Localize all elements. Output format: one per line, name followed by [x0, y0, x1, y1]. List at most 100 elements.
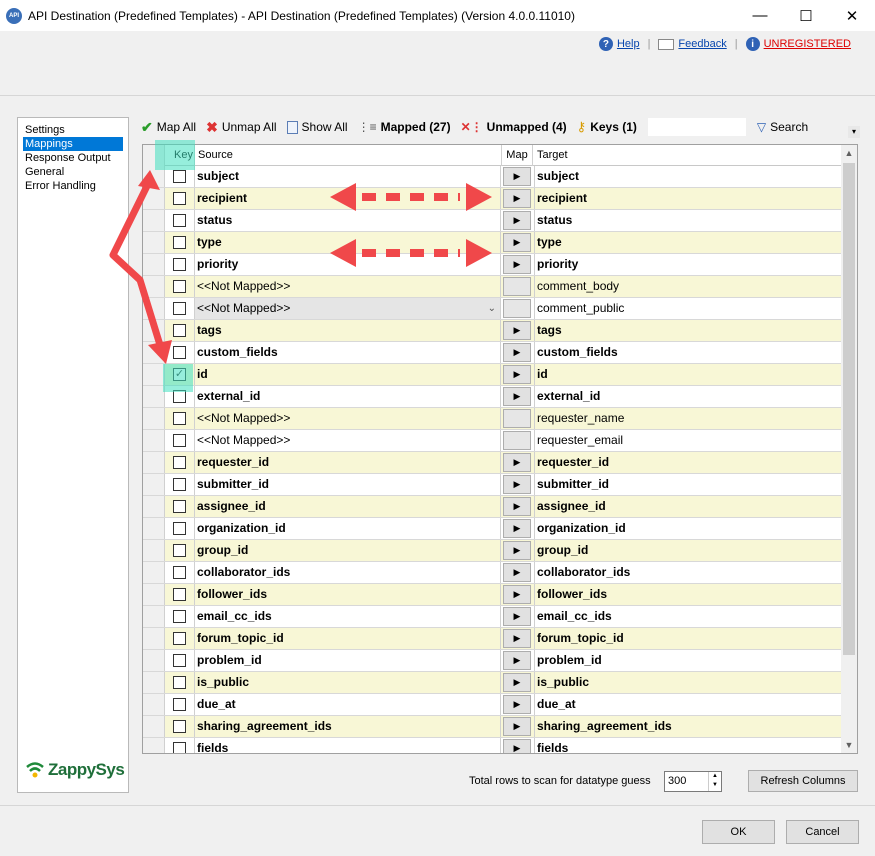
scroll-down-icon[interactable]: ▼ [841, 737, 857, 753]
row-header[interactable] [143, 210, 165, 231]
row-header[interactable] [143, 386, 165, 407]
keys-filter-button[interactable]: ⚷ Keys (1) [577, 119, 637, 135]
table-row[interactable]: due_at ▶ due_at [143, 694, 843, 716]
key-checkbox[interactable] [173, 610, 186, 623]
nav-item-settings[interactable]: Settings [18, 123, 128, 137]
table-row[interactable]: type ▶ type [143, 232, 843, 254]
row-header[interactable] [143, 364, 165, 385]
row-header[interactable] [143, 694, 165, 715]
row-header[interactable] [143, 606, 165, 627]
map-arrow-button[interactable]: ▶ [503, 167, 531, 186]
source-cell[interactable]: due_at [195, 694, 501, 715]
rows-to-scan-input[interactable]: 300 ▲ ▼ [664, 771, 722, 792]
table-row[interactable]: group_id ▶ group_id [143, 540, 843, 562]
row-header[interactable] [143, 584, 165, 605]
nav-item-general[interactable]: General [18, 165, 128, 179]
search-button[interactable]: ▽ Search [757, 120, 808, 134]
table-row[interactable]: email_cc_ids ▶ email_cc_ids [143, 606, 843, 628]
map-arrow-button[interactable]: ▶ [503, 673, 531, 692]
map-arrow-button[interactable]: ▶ [503, 255, 531, 274]
key-checkbox[interactable] [173, 192, 186, 205]
source-cell[interactable]: status [195, 210, 501, 231]
close-button[interactable]: ✕ [829, 0, 875, 31]
table-row[interactable]: problem_id ▶ problem_id [143, 650, 843, 672]
row-header[interactable] [143, 408, 165, 429]
map-empty-button[interactable] [503, 277, 531, 296]
table-row[interactable]: priority ▶ priority [143, 254, 843, 276]
source-cell[interactable]: is_public [195, 672, 501, 693]
row-header[interactable] [143, 562, 165, 583]
nav-item-error-handling[interactable]: Error Handling [18, 179, 128, 193]
source-column-header[interactable]: Source [198, 145, 498, 166]
table-row[interactable]: assignee_id ▶ assignee_id [143, 496, 843, 518]
table-row[interactable]: external_id ▶ external_id [143, 386, 843, 408]
key-checkbox[interactable] [173, 170, 186, 183]
key-checkbox[interactable] [173, 390, 186, 403]
scroll-up-icon[interactable]: ▲ [841, 145, 857, 161]
unregistered-link[interactable]: UNREGISTERED [764, 38, 851, 50]
table-row[interactable]: tags ▶ tags [143, 320, 843, 342]
table-row[interactable]: follower_ids ▶ follower_ids [143, 584, 843, 606]
minimize-button[interactable]: — [737, 0, 783, 31]
key-checkbox[interactable] [173, 258, 186, 271]
table-row[interactable]: <<Not Mapped>> comment_body [143, 276, 843, 298]
source-cell[interactable]: fields [195, 738, 501, 753]
key-checkbox[interactable] [173, 522, 186, 535]
table-row[interactable]: recipient ▶ recipient [143, 188, 843, 210]
cancel-button[interactable]: Cancel [786, 820, 859, 844]
key-checkbox[interactable] [173, 236, 186, 249]
row-header[interactable] [143, 628, 165, 649]
map-arrow-button[interactable]: ▶ [503, 343, 531, 362]
table-row[interactable]: organization_id ▶ organization_id [143, 518, 843, 540]
source-cell[interactable]: collaborator_ids [195, 562, 501, 583]
source-cell[interactable]: organization_id [195, 518, 501, 539]
row-header[interactable] [143, 232, 165, 253]
source-cell[interactable]: id [195, 364, 501, 385]
key-checkbox[interactable] [173, 214, 186, 227]
unmap-all-button[interactable]: ✖ Unmap All [206, 119, 276, 136]
key-checkbox[interactable] [173, 676, 186, 689]
row-header[interactable] [143, 496, 165, 517]
grid-vertical-scrollbar[interactable]: ▲ ▼ [841, 145, 857, 753]
table-row[interactable]: status ▶ status [143, 210, 843, 232]
map-arrow-button[interactable]: ▶ [503, 629, 531, 648]
source-cell[interactable]: follower_ids [195, 584, 501, 605]
table-row[interactable]: fields ▶ fields [143, 738, 843, 753]
map-arrow-button[interactable]: ▶ [503, 453, 531, 472]
table-row[interactable]: ✓ id ▶ id [143, 364, 843, 386]
map-arrow-button[interactable]: ▶ [503, 475, 531, 494]
map-arrow-button[interactable]: ▶ [503, 651, 531, 670]
source-cell[interactable]: <<Not Mapped>> ⌄ [195, 298, 501, 319]
key-checkbox[interactable] [173, 346, 186, 359]
feedback-link[interactable]: Feedback [678, 38, 726, 50]
key-checkbox[interactable] [173, 500, 186, 513]
row-header[interactable] [143, 672, 165, 693]
table-row[interactable]: <<Not Mapped>> ⌄ comment_public [143, 298, 843, 320]
map-empty-button[interactable] [503, 431, 531, 450]
source-cell[interactable]: submitter_id [195, 474, 501, 495]
source-cell[interactable]: problem_id [195, 650, 501, 671]
nav-item-mappings[interactable]: Mappings [23, 137, 123, 151]
key-checkbox[interactable] [173, 412, 186, 425]
source-cell[interactable]: forum_topic_id [195, 628, 501, 649]
row-header[interactable] [143, 716, 165, 737]
row-header[interactable] [143, 452, 165, 473]
row-header[interactable] [143, 188, 165, 209]
key-checkbox[interactable] [173, 478, 186, 491]
map-column-header[interactable]: Map [501, 145, 533, 166]
row-header[interactable] [143, 320, 165, 341]
table-row[interactable]: sharing_agreement_ids ▶ sharing_agreement_… [143, 716, 843, 738]
source-cell[interactable]: tags [195, 320, 501, 341]
table-row[interactable]: subject ▶ subject [143, 166, 843, 188]
map-arrow-button[interactable]: ▶ [503, 585, 531, 604]
row-header[interactable] [143, 518, 165, 539]
source-cell[interactable]: assignee_id [195, 496, 501, 517]
map-arrow-button[interactable]: ▶ [503, 607, 531, 626]
row-header[interactable] [143, 650, 165, 671]
key-checkbox[interactable] [173, 544, 186, 557]
source-cell[interactable]: group_id [195, 540, 501, 561]
map-empty-button[interactable] [503, 299, 531, 318]
map-arrow-button[interactable]: ▶ [503, 321, 531, 340]
row-header[interactable] [143, 430, 165, 451]
key-checkbox[interactable] [173, 456, 186, 469]
